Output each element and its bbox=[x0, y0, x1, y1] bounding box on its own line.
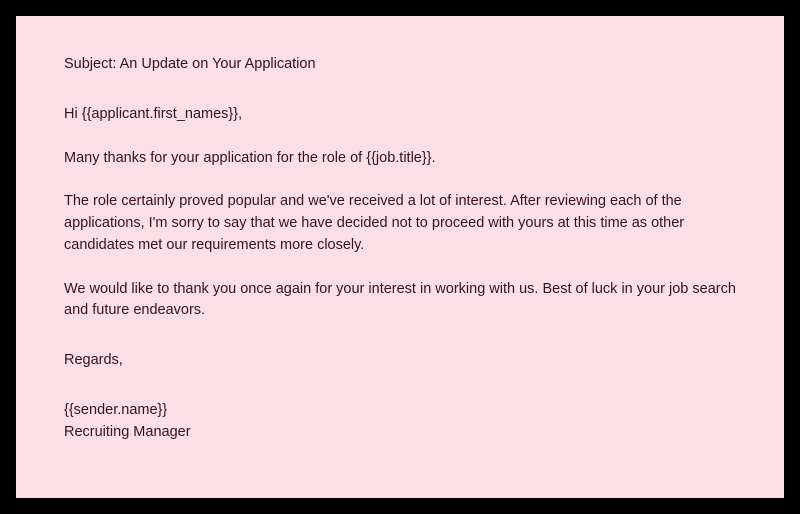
email-regards: Regards, bbox=[64, 350, 736, 372]
email-greeting: Hi {{applicant.first_names}}, bbox=[64, 104, 736, 126]
email-signature: {{sender.name}} Recruiting Manager bbox=[64, 400, 736, 444]
sender-name: {{sender.name}} bbox=[64, 400, 736, 422]
email-paragraph-2: The role certainly proved popular and we… bbox=[64, 191, 736, 256]
email-paragraph-1: Many thanks for your application for the… bbox=[64, 148, 736, 170]
sender-title: Recruiting Manager bbox=[64, 422, 736, 444]
email-paragraph-3: We would like to thank you once again fo… bbox=[64, 279, 736, 323]
email-subject: Subject: An Update on Your Application bbox=[64, 54, 736, 76]
email-template: Subject: An Update on Your Application H… bbox=[16, 16, 784, 498]
